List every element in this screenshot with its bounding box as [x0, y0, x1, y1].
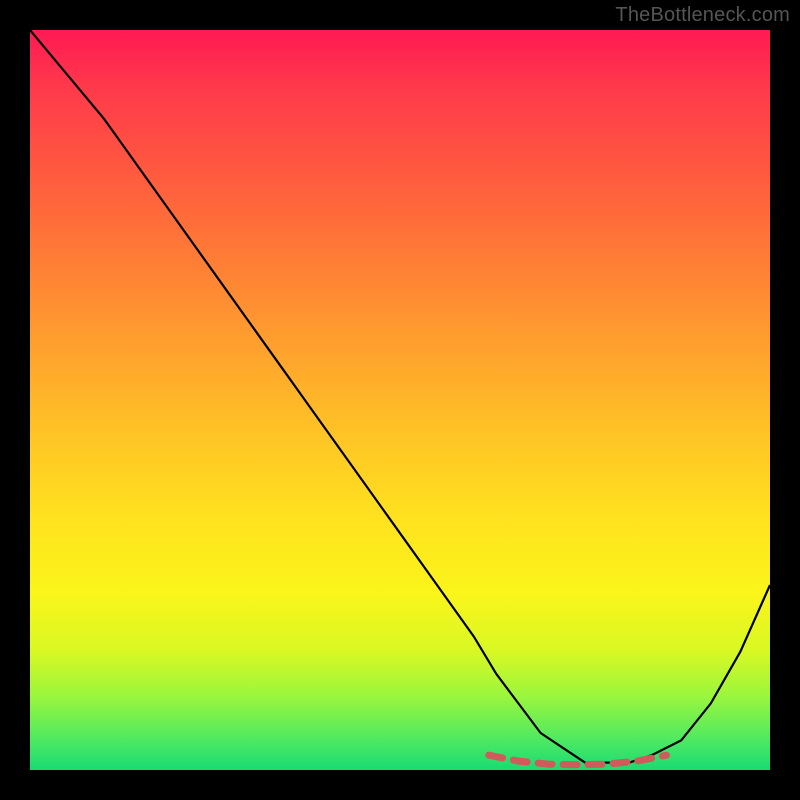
chart-svg: [30, 30, 770, 770]
watermark-text: TheBottleneck.com: [615, 4, 790, 27]
chart-frame: TheBottleneck.com: [0, 0, 800, 800]
bottleneck-curve: [30, 30, 770, 763]
plot-area: [30, 30, 770, 770]
